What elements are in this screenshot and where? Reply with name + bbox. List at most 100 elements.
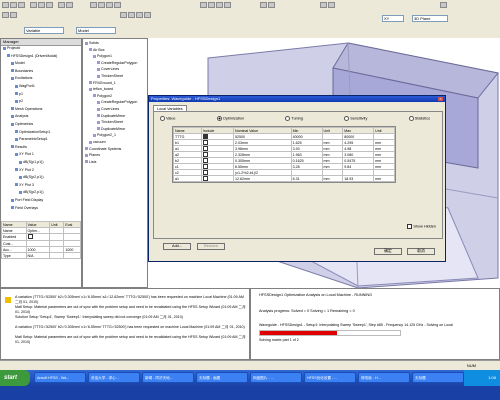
add-button[interactable]: Add... xyxy=(163,243,191,250)
tree-item[interactable]: p1 xyxy=(15,92,23,97)
cell-unit2[interactable]: mm xyxy=(373,175,395,182)
show-hidden-checkbox[interactable]: Show Hidden xyxy=(407,224,436,229)
tree-item[interactable]: Results xyxy=(11,145,27,150)
wire-icon[interactable] xyxy=(10,12,17,18)
redo-icon[interactable] xyxy=(66,2,73,8)
analyze-icon[interactable] xyxy=(328,2,335,8)
model-combo[interactable]: Model xyxy=(76,27,116,34)
checkbox-icon[interactable] xyxy=(202,146,208,151)
taskbar-item[interactable]: HFSS优化设置 - ... xyxy=(304,372,356,383)
cell-nominal[interactable]: 12.62mm xyxy=(233,175,292,182)
tree-item[interactable]: ParametricSetup1 xyxy=(15,137,48,142)
cell-unit[interactable]: mm xyxy=(321,175,344,182)
radio-tuning[interactable]: Tuning xyxy=(285,116,303,121)
new-icon[interactable] xyxy=(2,2,9,8)
start-button[interactable]: start xyxy=(0,370,30,386)
project-combo[interactable]: Variable xyxy=(24,27,64,34)
taskbar-item[interactable]: Ansoft HFSS - Wa... xyxy=(34,372,86,383)
cylinder-icon[interactable] xyxy=(208,2,215,8)
model-tree-item[interactable]: DuplicateMirror xyxy=(97,127,125,132)
taskbar-item[interactable]: 修改版 - H... xyxy=(358,372,410,383)
model-tree-item[interactable]: Coordinate Systems xyxy=(85,147,121,152)
measure-icon[interactable] xyxy=(136,12,143,18)
model-tree-item[interactable]: CreateRegularPolygon xyxy=(97,100,137,105)
cell-max[interactable]: 18.93 xyxy=(342,175,375,182)
model-tree-item[interactable]: CreateRegularPolygon xyxy=(97,61,137,66)
open-icon[interactable] xyxy=(10,2,17,8)
tree-item[interactable]: Field Overlays xyxy=(11,206,38,211)
model-tree-item[interactable]: Polygon1 xyxy=(93,54,112,59)
plane-combo[interactable]: 3D Plane xyxy=(412,15,448,22)
taskbar-item[interactable]: 新闻 - 同济天地... xyxy=(142,372,194,383)
cell-name[interactable]: a1 xyxy=(173,175,202,182)
box-icon[interactable] xyxy=(200,2,207,8)
checkbox-icon[interactable] xyxy=(202,164,208,169)
prop-cell[interactable]: N/A xyxy=(25,252,51,259)
model-tree-item[interactable]: vacuum xyxy=(89,140,106,145)
model-tree-item[interactable]: teflon_board xyxy=(89,87,113,92)
model-tree-item[interactable]: Air Box xyxy=(89,48,105,53)
table-row[interactable]: Enabled xyxy=(1,233,81,241)
unite-icon[interactable] xyxy=(260,2,267,8)
taskbar-item[interactable]: 无标题 xyxy=(412,372,464,383)
close-icon[interactable]: × xyxy=(438,97,443,101)
save-icon[interactable] xyxy=(18,2,25,8)
model-tree-item[interactable]: CoverLines xyxy=(97,67,119,72)
tree-item[interactable]: Project# xyxy=(3,46,20,51)
tree-item[interactable]: XY Plot 2 xyxy=(15,168,34,173)
tree-item[interactable]: OptimizationSetup1 xyxy=(15,130,50,135)
tree-item[interactable]: HFSSDesign1 (DrivenModal) xyxy=(7,54,57,59)
table-row[interactable]: a1 12.62mm 6.31 mm 18.93 mm xyxy=(173,175,395,182)
radio-value[interactable]: Value xyxy=(160,116,175,121)
tree-item[interactable]: WagPort1 xyxy=(15,84,35,89)
model-tree-item[interactable]: Polygon2_1 xyxy=(93,133,116,138)
model-tree-item[interactable]: Solids xyxy=(85,41,99,46)
select-icon[interactable] xyxy=(2,12,9,18)
rotate-icon[interactable] xyxy=(90,2,97,8)
table-row[interactable]: Type N/A xyxy=(1,252,81,259)
taskbar-item[interactable]: 网盘图片 - ... xyxy=(250,372,302,383)
ok-button[interactable]: 确定 xyxy=(374,248,402,255)
snap-icon[interactable] xyxy=(128,12,135,18)
subtract-icon[interactable] xyxy=(268,2,275,8)
tree-item[interactable]: Model xyxy=(11,61,25,66)
enabled-checkbox[interactable] xyxy=(27,234,33,239)
cell-min[interactable]: 6.31 xyxy=(290,175,323,182)
units-combo[interactable]: XY xyxy=(382,15,404,22)
radio-statistics[interactable]: Statistics xyxy=(408,116,430,121)
tree-item[interactable]: XY Plot 3 xyxy=(15,183,34,188)
include-checkbox[interactable] xyxy=(200,175,235,182)
tree-item[interactable]: Excitations xyxy=(11,76,32,81)
taskbar-item[interactable]: 无标题 - 画图 xyxy=(196,372,248,383)
model-tree-item[interactable]: FR4Ground_1 xyxy=(89,81,116,86)
model-tree-item[interactable]: ThickenSheet xyxy=(97,120,123,125)
checkbox-icon[interactable] xyxy=(202,170,208,175)
paste-icon[interactable] xyxy=(46,2,53,8)
tree-item[interactable]: XY Plot 1 xyxy=(15,152,34,157)
taskbar-item[interactable]: 说话大学 - 求心... xyxy=(88,372,140,383)
checkbox-icon[interactable] xyxy=(202,152,208,157)
sphere-icon[interactable] xyxy=(216,2,223,8)
tree-item[interactable]: Boundaries xyxy=(11,69,33,74)
copy-icon[interactable] xyxy=(38,2,45,8)
tree-item[interactable]: dB(S(p1,p1)) xyxy=(19,160,44,165)
pan-icon[interactable] xyxy=(98,2,105,8)
radio-sensitivity[interactable]: Sensitivity xyxy=(344,116,367,121)
checkbox-icon[interactable] xyxy=(202,140,208,145)
tree-item[interactable]: Mesh Operations xyxy=(11,107,42,112)
validate-icon[interactable] xyxy=(320,2,327,8)
polyline-icon[interactable] xyxy=(224,2,231,8)
rect-icon[interactable] xyxy=(144,12,151,18)
model-tree-item[interactable]: Lists xyxy=(85,160,96,165)
tree-item[interactable]: Port Field Display xyxy=(11,198,43,203)
checkbox-icon[interactable] xyxy=(202,134,208,139)
help-icon[interactable] xyxy=(440,2,447,8)
cut-icon[interactable] xyxy=(30,2,37,8)
checkbox-icon[interactable] xyxy=(202,158,208,163)
checkbox-icon[interactable] xyxy=(202,176,208,181)
tree-item[interactable]: Optimetrics xyxy=(11,122,33,127)
model-tree-item[interactable]: Planes xyxy=(85,153,100,158)
model-tree-item[interactable]: CoverLines xyxy=(97,107,119,112)
tree-item[interactable]: dB(S(p2,p1)) xyxy=(19,175,44,180)
radio-optimization[interactable]: Optimization xyxy=(216,116,244,121)
